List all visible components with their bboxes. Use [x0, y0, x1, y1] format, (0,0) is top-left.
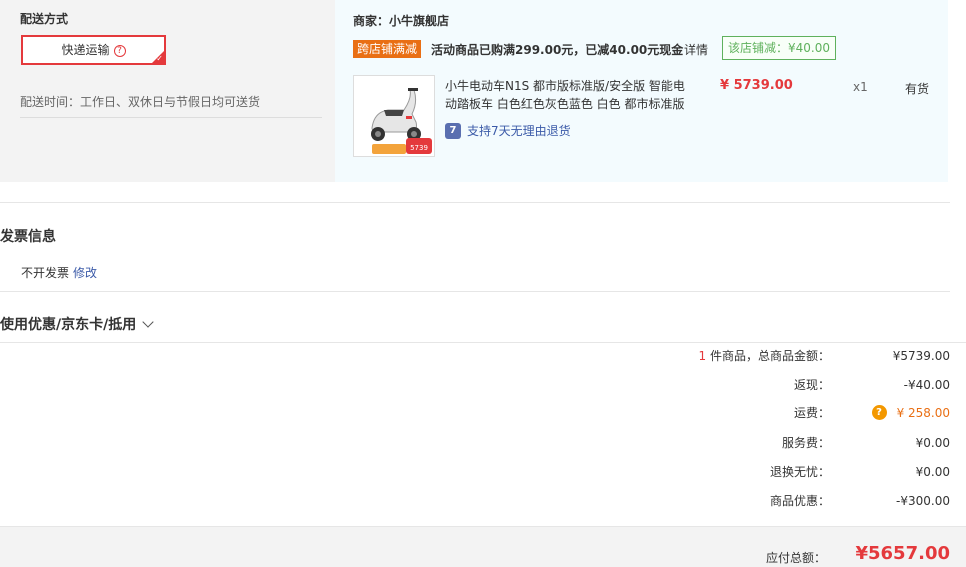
- summary-row-service: 服务费： ¥0.00: [570, 434, 950, 451]
- shop-column: 商家：小牛旗舰店 跨店铺满减 活动商品已购满299.00元，已减40.00元现金…: [335, 0, 948, 182]
- summary-row-freight: 运费： ? ¥ 258.00: [570, 404, 950, 421]
- rebate-value: -¥40.00: [903, 377, 950, 392]
- shop-name: 商家：小牛旗舰店: [353, 14, 450, 28]
- scooter-image: 5739: [354, 76, 434, 156]
- freight-label: 运费：: [793, 406, 830, 420]
- return-policy-text[interactable]: 支持7天无理由退货: [467, 122, 571, 139]
- freight-value: ¥ 258.00: [896, 405, 950, 420]
- invoice-edit-link[interactable]: 修改: [73, 266, 97, 280]
- total-label: 应付总额：: [765, 551, 826, 565]
- product-quantity: x1: [853, 80, 868, 94]
- check-icon: ✓: [156, 54, 163, 63]
- discount-label: 商品优惠：: [769, 494, 830, 508]
- total-value: ¥5657.00: [855, 543, 950, 564]
- delivery-time-text: 配送时间：工作日、双休日与节假日均可送货: [20, 95, 261, 109]
- invoice-info: 不开发票 修改: [21, 264, 97, 281]
- shipping-option-express[interactable]: 快递运输? ✓: [21, 35, 166, 65]
- product-title[interactable]: 小牛电动车N1S 都市版标准版/安全版 智能电动踏板车 白色红色灰色蓝色 白色 …: [445, 77, 695, 113]
- service-fee-value: ¥0.00: [915, 435, 950, 450]
- product-stock-status: 有货: [905, 82, 930, 96]
- product-image[interactable]: 5739: [353, 75, 435, 157]
- summary-row-worry-free: 退换无忧： ¥0.00: [570, 463, 950, 480]
- shipping-and-shop-section: 配送方式 快递运输? ✓ 配送时间：工作日、双休日与节假日均可送货 商家：小牛旗…: [0, 0, 948, 182]
- freight-help-icon[interactable]: ?: [871, 405, 887, 420]
- goods-total-label: 件商品，总商品金额：: [706, 349, 830, 363]
- return-7days-icon: 7: [445, 122, 461, 139]
- service-fee-label: 服务费：: [781, 436, 830, 450]
- rebate-label: 返现：: [793, 378, 830, 392]
- worry-free-value: ¥0.00: [915, 464, 950, 479]
- total-bar: 应付总额： ¥5657.00: [0, 526, 966, 567]
- promo-tag: 跨店铺满减: [353, 40, 422, 58]
- coupon-toggle[interactable]: 使用优惠/京东卡/抵用: [0, 314, 154, 334]
- freight-value-wrap: ? ¥ 258.00: [830, 405, 950, 420]
- summary-row-rebate: 返现： -¥40.00: [570, 376, 950, 393]
- invoice-status: 不开发票: [21, 266, 70, 280]
- invoice-title: 发票信息: [0, 229, 56, 245]
- summary-row-discount: 商品优惠： -¥300.00: [570, 492, 950, 509]
- coupon-title-text: 使用优惠/京东卡/抵用: [0, 317, 137, 333]
- shipping-option-label: 快递运输: [61, 43, 110, 57]
- divider: [0, 342, 966, 343]
- divider: [0, 291, 950, 292]
- shipping-title: 配送方式: [20, 12, 69, 26]
- image-price-label: 5739: [410, 144, 428, 152]
- product-price: ¥ 5739.00: [720, 78, 793, 93]
- promo-text: 活动商品已购满299.00元，已减40.00元现金: [431, 43, 684, 57]
- shop-discount-badge: 该店铺减：¥40.00: [722, 36, 836, 60]
- discount-value: -¥300.00: [896, 493, 950, 508]
- worry-free-label: 退换无忧：: [769, 465, 830, 479]
- divider: [20, 117, 322, 118]
- goods-total-value: ¥5739.00: [892, 348, 950, 363]
- promo-detail-link[interactable]: 详情: [684, 41, 708, 58]
- divider: [0, 202, 950, 203]
- chevron-down-icon: [142, 316, 154, 328]
- help-icon[interactable]: ?: [113, 45, 126, 57]
- return-policy: 7 支持7天无理由退货: [445, 122, 571, 139]
- shipping-column: 配送方式 快递运输? ✓ 配送时间：工作日、双休日与节假日均可送货: [0, 0, 335, 182]
- summary-row-goods-total: 1 件商品，总商品金额： ¥5739.00: [570, 347, 950, 364]
